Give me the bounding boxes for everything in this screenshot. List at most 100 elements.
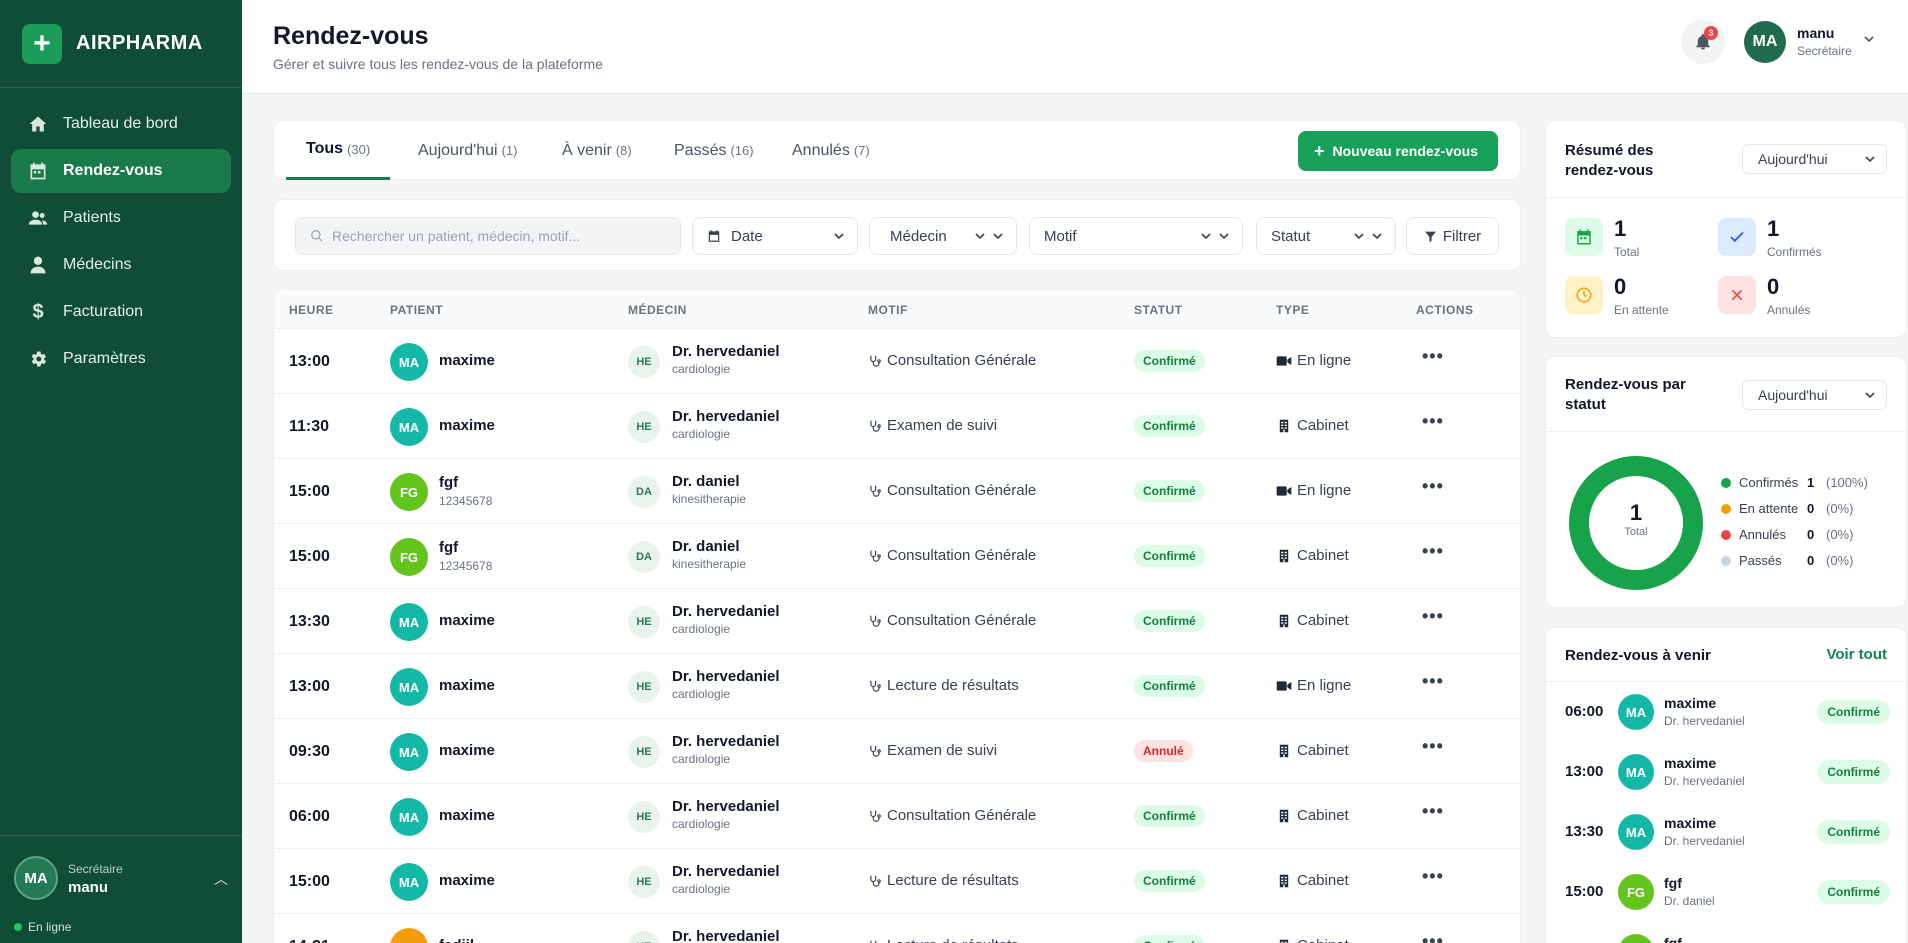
status-badge: Confirmé (1134, 805, 1205, 827)
sidebar-item-dashboard[interactable]: Tableau de bord (11, 102, 231, 146)
new-appointment-button[interactable]: + Nouveau rendez-vous (1298, 131, 1498, 171)
more-actions-icon[interactable]: ••• (1422, 801, 1444, 822)
filter-button[interactable]: Filtrer (1406, 217, 1499, 255)
list-item[interactable]: 13:00 MA maxime Dr. hervedaniel Confirmé (1546, 742, 1906, 802)
stethoscope-icon (870, 745, 881, 757)
more-actions-icon[interactable]: ••• (1422, 671, 1444, 692)
table-row[interactable]: 09:30 MA maxime HE Dr. hervedaniel cardiologi… (274, 719, 1520, 784)
date-filter[interactable]: Date (692, 217, 858, 255)
search-input[interactable] (332, 228, 672, 244)
appointments-table: HEURE PATIENT MÉDECIN MOTIF STATUT TYPE … (273, 289, 1521, 943)
donut-center-label: Total (1624, 526, 1648, 538)
sidebar-user-card[interactable]: MA Secrétaire manu ︿ En ligne (0, 835, 242, 943)
sidebar-item-rendez-vous[interactable]: Rendez-vous (11, 149, 231, 193)
tab-annules[interactable]: Annulés (7) (772, 121, 890, 180)
summary-period-select[interactable]: Aujourd'hui (1742, 144, 1887, 174)
notifications-button[interactable]: 3 (1681, 20, 1725, 64)
doctor-name[interactable]: Dr. daniel (672, 538, 740, 555)
building-icon (1279, 939, 1289, 943)
tab-passes[interactable]: Passés (16) (654, 121, 774, 180)
sidebar-item-patients[interactable]: Patients (11, 196, 231, 240)
tab-aujourdhui[interactable]: Aujourd'hui (1) (398, 121, 537, 180)
doctor-specialty: cardiologie (672, 752, 731, 766)
list-item[interactable]: FG fgf (1546, 922, 1906, 943)
more-actions-icon[interactable]: ••• (1422, 606, 1444, 627)
table-row[interactable]: 13:30 MA maxime HE Dr. hervedaniel cardiologi… (274, 589, 1520, 654)
sidebar-nav: Tableau de bord Rendez-vous Patients Méd… (0, 88, 242, 398)
sidebar-item-parametres[interactable]: Paramètres (11, 337, 231, 381)
appointment-motif: Consultation Générale (868, 612, 1036, 629)
patient-name[interactable]: fgf (439, 539, 458, 556)
sidebar-item-facturation[interactable]: $ Facturation (11, 290, 231, 334)
more-actions-icon[interactable]: ••• (1422, 476, 1444, 497)
table-row[interactable]: 11:30 MA maxime HE Dr. hervedaniel cardiologi… (274, 394, 1520, 459)
avatar[interactable]: MA (1744, 21, 1786, 63)
patient-phone: 12345678 (439, 559, 493, 573)
table-row[interactable]: 14:31FAfadjilHEDr. hervedanielcardiologi… (274, 914, 1520, 943)
doctor-name[interactable]: Dr. hervedaniel (672, 928, 780, 943)
doctor-name[interactable]: Dr. hervedaniel (672, 343, 780, 360)
more-actions-icon[interactable]: ••• (1422, 866, 1444, 887)
patient-name[interactable]: fgf (439, 474, 458, 491)
doctor-name[interactable]: Dr. hervedaniel (672, 408, 780, 425)
motif-filter[interactable]: Motif (1029, 217, 1243, 255)
sidebar-item-medecins[interactable]: Médecins (11, 243, 231, 287)
brand[interactable]: + AIRPHARMA (0, 0, 242, 88)
doctor-icon (27, 254, 49, 276)
list-item[interactable]: 06:00 MA maxime Dr. hervedaniel Confirmé (1546, 682, 1906, 742)
legend-value: 0 (1807, 553, 1815, 568)
more-actions-icon[interactable]: ••• (1422, 411, 1444, 432)
doctor-name[interactable]: Dr. hervedaniel (672, 603, 780, 620)
statut-filter[interactable]: Statut (1256, 217, 1396, 255)
doctor-name[interactable]: Dr. hervedaniel (672, 798, 780, 815)
medecin-filter[interactable]: Médecin (869, 217, 1017, 255)
patient-name[interactable]: maxime (439, 807, 495, 824)
patient-name[interactable]: maxime (439, 677, 495, 694)
more-actions-icon[interactable]: ••• (1422, 736, 1444, 757)
patient-name[interactable]: fadjil (439, 937, 474, 943)
table-row[interactable]: 13:00 MA maxime HE Dr. hervedaniel cardiologi… (274, 654, 1520, 719)
appointment-time: 13:30 (289, 613, 330, 630)
table-row[interactable]: 15:00 FG fgf 12345678 DA Dr. daniel kinesither… (274, 524, 1520, 589)
doctor-avatar: HE (628, 736, 660, 768)
patient-avatar: MA (390, 603, 428, 641)
more-actions-icon[interactable]: ••• (1422, 931, 1444, 943)
list-item[interactable]: 13:30 MA maxime Dr. hervedaniel Confirmé (1546, 802, 1906, 862)
chevron-down-icon (1219, 233, 1229, 240)
doctor-name[interactable]: Dr. hervedaniel (672, 733, 780, 750)
chevron-down-icon (1865, 156, 1875, 163)
status-badge: Confirmé (1817, 700, 1890, 724)
doctor-avatar: HE (628, 931, 660, 943)
patient-name[interactable]: maxime (439, 742, 495, 759)
tab-a-venir[interactable]: À venir (8) (542, 121, 652, 180)
search-box[interactable] (295, 217, 681, 255)
upcoming-time: 15:00 (1565, 883, 1604, 900)
tab-tous[interactable]: Tous (30) (286, 121, 391, 180)
table-row[interactable]: 15:00 MA maxime HE Dr. hervedaniel cardiologi… (274, 849, 1520, 914)
patient-name[interactable]: maxime (439, 612, 495, 629)
top-header: Rendez-vous Gérer et suivre tous les ren… (242, 0, 1908, 94)
stat-value: 1 (1767, 216, 1780, 241)
appointment-type: Cabinet (1276, 417, 1349, 434)
doctor-name[interactable]: Dr. daniel (672, 473, 740, 490)
see-all-link[interactable]: Voir tout (1826, 646, 1887, 663)
patient-name[interactable]: maxime (439, 872, 495, 889)
patient-name[interactable]: maxime (439, 352, 495, 369)
doctor-name: Dr. daniel (1664, 894, 1715, 908)
table-row[interactable]: 06:00 MA maxime HE Dr. hervedaniel cardiologi… (274, 784, 1520, 849)
patient-avatar: FG (390, 538, 428, 576)
online-dot-icon (14, 923, 22, 931)
doctor-name[interactable]: Dr. hervedaniel (672, 668, 780, 685)
more-actions-icon[interactable]: ••• (1422, 541, 1444, 562)
more-actions-icon[interactable]: ••• (1422, 346, 1444, 367)
table-row[interactable]: 15:00 FG fgf 12345678 DA Dr. daniel kinesither… (274, 459, 1520, 524)
patient-name[interactable]: maxime (439, 417, 495, 434)
status-period-select[interactable]: Aujourd'hui (1742, 380, 1887, 410)
table-row[interactable]: 13:00 MA maxime HE Dr. hervedaniel cardiologi… (274, 329, 1520, 394)
user-name[interactable]: manu (1797, 25, 1834, 41)
column-header: MÉDECIN (628, 303, 687, 317)
list-item[interactable]: 15:00 FG fgf Dr. daniel Confirmé (1546, 862, 1906, 922)
chevron-up-icon[interactable]: ︿ (214, 869, 228, 889)
doctor-name[interactable]: Dr. hervedaniel (672, 863, 780, 880)
chevron-down-icon[interactable] (1862, 32, 1876, 46)
